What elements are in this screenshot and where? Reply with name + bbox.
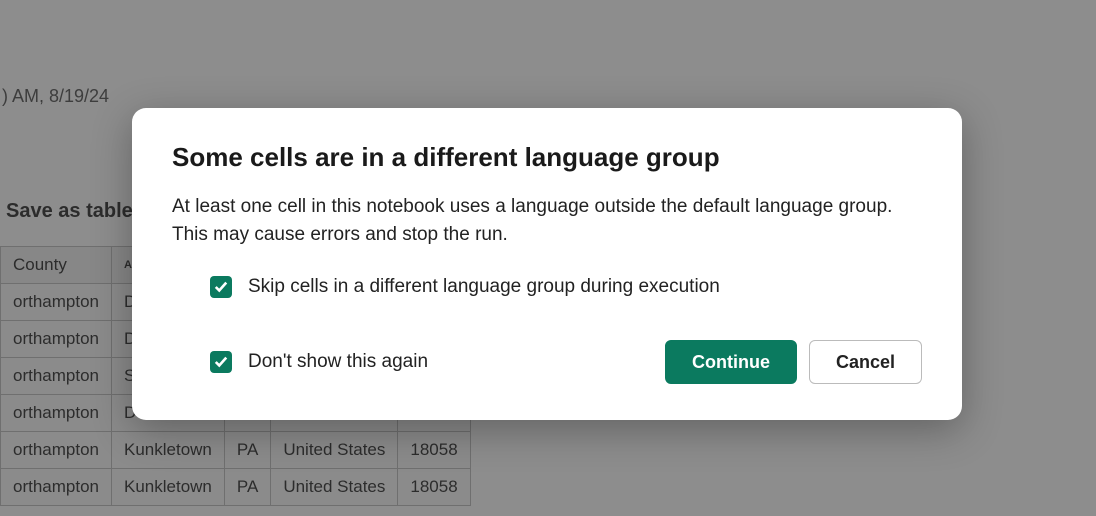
dont-show-checkbox[interactable] bbox=[210, 351, 232, 373]
skip-cells-label: Skip cells in a different language group… bbox=[248, 276, 720, 298]
skip-cells-row: Skip cells in a different language group… bbox=[172, 276, 922, 298]
dialog-body-text: At least one cell in this notebook uses … bbox=[172, 193, 922, 248]
dont-show-label: Don't show this again bbox=[248, 351, 428, 373]
language-group-dialog: Some cells are in a different language g… bbox=[132, 108, 962, 420]
cancel-button[interactable]: Cancel bbox=[809, 340, 922, 384]
dialog-title: Some cells are in a different language g… bbox=[172, 142, 922, 173]
skip-cells-checkbox[interactable] bbox=[210, 276, 232, 298]
continue-button[interactable]: Continue bbox=[665, 340, 797, 384]
check-icon bbox=[214, 355, 228, 369]
check-icon bbox=[214, 280, 228, 294]
dialog-footer: Don't show this again Continue Cancel bbox=[172, 340, 922, 384]
